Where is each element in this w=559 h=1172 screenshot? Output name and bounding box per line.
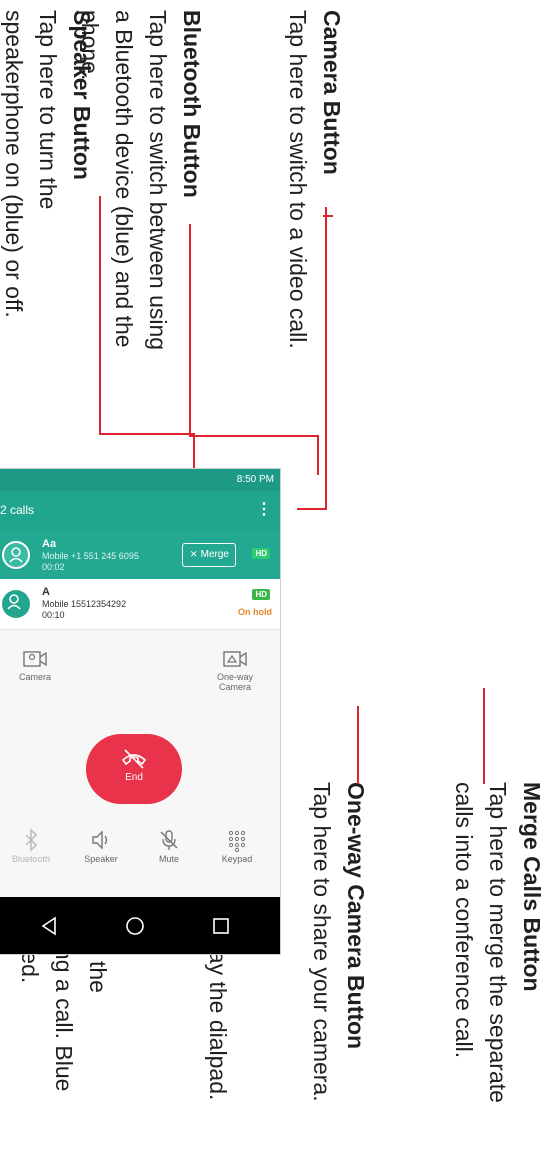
camera-callout-desc: Tap here to switch to a video call. bbox=[285, 10, 311, 349]
call2-name: A bbox=[42, 586, 50, 598]
camera-icon bbox=[23, 651, 47, 667]
back-icon[interactable] bbox=[38, 915, 60, 937]
contact-avatar-icon bbox=[2, 541, 30, 569]
speaker-callout-line2: speakerphone on (blue) or off. bbox=[1, 10, 27, 318]
bluetooth-callout-title: Bluetooth Button bbox=[179, 10, 205, 198]
navigation-bar bbox=[0, 897, 280, 954]
one-way-camera-icon bbox=[223, 651, 247, 667]
rotated-page: Camera Button Tap here to switch to a vi… bbox=[0, 0, 559, 1172]
speaker-label: Speaker bbox=[84, 854, 118, 864]
calls-header: 2 calls ⋮ bbox=[0, 491, 280, 531]
phone-screen: 8:50 PM 2 calls ⋮ Aa Mobile +1 551 245 6… bbox=[0, 468, 281, 955]
mute-icon bbox=[160, 830, 178, 850]
call-controls: Camera One-way Camera End Bluetooth Spea… bbox=[0, 630, 280, 896]
on-hold-status: On hold bbox=[238, 607, 272, 617]
camera-callout-title: Camera Button bbox=[319, 10, 345, 175]
speaker-icon bbox=[92, 830, 108, 850]
calls-count-label: 2 calls bbox=[0, 503, 35, 517]
merge-callout-text: Merge Calls Button Tap here to merge the… bbox=[447, 782, 549, 1172]
call1-hd-badge: HD bbox=[252, 548, 270, 559]
one-way-camera-button[interactable]: One-way Camera bbox=[202, 648, 268, 692]
speaker-callout-title: Speaker Button bbox=[69, 10, 95, 180]
one-way-camera-label: One-way Camera bbox=[216, 672, 253, 692]
bluetooth-label: Bluetooth bbox=[11, 854, 51, 864]
bluetooth-leader-v bbox=[189, 435, 319, 437]
speaker-callout-line1: Tap here to turn the bbox=[35, 10, 61, 210]
merge-button[interactable]: ⨯ Merge bbox=[182, 543, 236, 567]
merge-callout-line2: calls into a conference call. bbox=[451, 782, 477, 1059]
merge-callout-line1: Tap here to merge the separate bbox=[485, 782, 511, 1103]
camera-callout-text: Camera Button Tap here to switch to a vi… bbox=[281, 10, 349, 450]
end-call-button[interactable]: End bbox=[86, 734, 182, 804]
call2-number: Mobile 15512354292 bbox=[42, 599, 127, 609]
bluetooth-leader-t bbox=[317, 435, 319, 475]
overflow-menu-icon[interactable]: ⋮ bbox=[256, 499, 272, 519]
call1-time: 00:02 bbox=[42, 562, 65, 572]
merge-callout-title: Merge Calls Button bbox=[519, 782, 545, 992]
home-icon[interactable] bbox=[124, 915, 146, 937]
end-call-icon bbox=[121, 749, 147, 769]
camera-leader-v bbox=[325, 207, 327, 509]
call1-number: Mobile +1 551 245 6095 bbox=[42, 551, 139, 561]
oneway-callout-text: One-way Camera Button Tap here to share … bbox=[305, 782, 373, 1172]
keypad-icon bbox=[228, 830, 246, 852]
contact-avatar-icon bbox=[2, 590, 30, 618]
merge-leader-h bbox=[483, 688, 485, 784]
speaker-leader-h bbox=[99, 196, 101, 434]
keypad-label: Keypad bbox=[221, 854, 253, 864]
merge-label: Merge bbox=[200, 549, 229, 560]
recents-icon[interactable] bbox=[210, 915, 232, 937]
bluetooth-icon bbox=[25, 828, 38, 852]
camera-button[interactable]: Camera bbox=[2, 648, 68, 682]
speaker-leader-v bbox=[99, 433, 195, 435]
bluetooth-callout-line1: Tap here to switch between using bbox=[145, 10, 171, 351]
call2-time: 00:10 bbox=[42, 610, 65, 620]
speaker-callout-text: Speaker Button Tap here to turn the spea… bbox=[0, 10, 99, 450]
oneway-callout-desc: Tap here to share your camera. bbox=[309, 782, 335, 1102]
mute-button[interactable]: Mute bbox=[136, 828, 202, 864]
call-row-held[interactable]: A Mobile 15512354292 00:10 HD On hold bbox=[0, 579, 280, 630]
mute-label: Mute bbox=[158, 854, 179, 864]
camera-leader-end bbox=[297, 508, 327, 510]
call1-name: Aa bbox=[42, 538, 57, 550]
bluetooth-button[interactable]: Bluetooth bbox=[0, 828, 64, 864]
camera-label: Camera bbox=[18, 672, 51, 682]
oneway-callout-title: One-way Camera Button bbox=[343, 782, 369, 1050]
bluetooth-callout-line2: a Bluetooth device (blue) and the bbox=[111, 10, 137, 348]
status-time: 8:50 PM bbox=[236, 474, 274, 485]
call2-hd-badge: HD bbox=[252, 589, 270, 600]
call-row-active[interactable]: Aa Mobile +1 551 245 6095 00:02 ⨯ Merge … bbox=[0, 531, 280, 579]
keypad-button[interactable]: Keypad bbox=[204, 828, 270, 864]
speaker-button[interactable]: Speaker bbox=[68, 828, 134, 864]
status-bar: 8:50 PM bbox=[0, 469, 280, 491]
end-call-label: End bbox=[125, 772, 143, 783]
oneway-leader-h bbox=[357, 706, 359, 784]
bluetooth-leader-h bbox=[189, 224, 191, 436]
